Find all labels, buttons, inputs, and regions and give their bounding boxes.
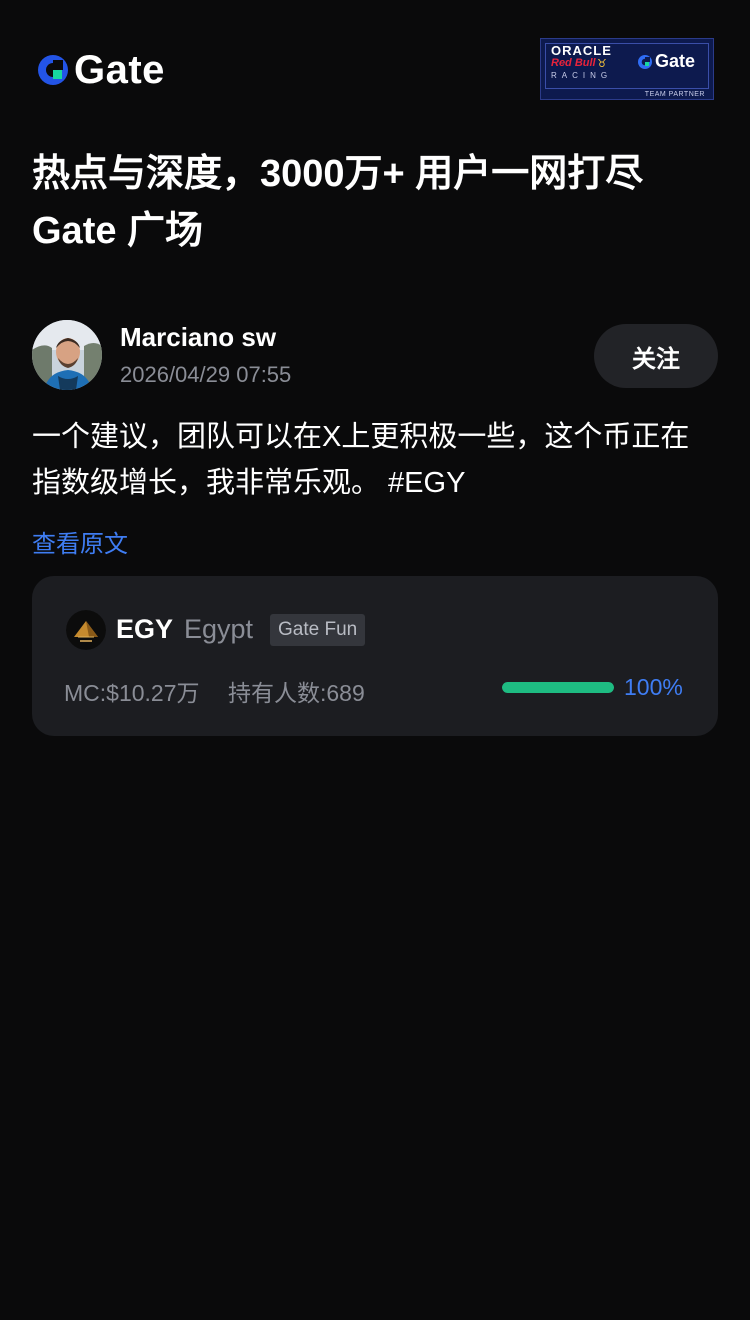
gate-logo[interactable]: Gate xyxy=(36,50,165,90)
token-symbol: EGY xyxy=(116,614,174,644)
gate-logo-icon xyxy=(38,55,68,85)
partner-gate-text: Gate xyxy=(655,51,696,71)
partner-gate-logo: Gate xyxy=(637,51,695,72)
author-name[interactable]: Marciano sw xyxy=(120,322,276,353)
token-card[interactable]: EGY Egypt Gate Fun MC:$10.27万 持有人数:689 1… xyxy=(32,576,718,736)
headline-line-2: Gate 广场 xyxy=(32,210,204,252)
post-text-line-1: 一个建议，团队可以在X上更积极一些，这个币正在 xyxy=(32,421,690,453)
post-author: Marciano sw 2026/04/29 07:55 关注 xyxy=(32,320,718,392)
pyramid-icon xyxy=(66,610,106,650)
partner-team-text: TEAM PARTNER xyxy=(644,91,705,98)
partner-oracle-text: ORACLE xyxy=(551,43,612,58)
view-original-link[interactable]: 查看原文 xyxy=(32,524,128,559)
oracle-redbull-partner-badge: ORACLE Red Bull ♉ RACING Gate TEAM PARTN… xyxy=(540,38,714,100)
egy-token-icon xyxy=(66,610,106,650)
partner-redbull-text: Red Bull xyxy=(551,57,596,69)
page-headline: 热点与深度，3000万+ 用户一网打尽 Gate 广场 xyxy=(32,146,722,260)
token-name: Egypt xyxy=(184,614,254,644)
partner-racing-text: RACING xyxy=(551,71,613,80)
bonding-progress-fill xyxy=(502,682,614,693)
gate-logo-text: Gate xyxy=(74,48,165,92)
avatar[interactable] xyxy=(32,320,102,390)
bonding-progress-bar xyxy=(502,682,614,693)
avatar-image xyxy=(32,320,102,390)
post-timestamp: 2026/04/29 07:55 xyxy=(120,362,292,387)
token-holders: 持有人数:689 xyxy=(228,680,365,706)
post-content: 一个建议，团队可以在X上更积极一些，这个币正在 指数级增长，我非常乐观。 #EG… xyxy=(32,414,722,506)
headline-line-1: 热点与深度，3000万+ 用户一网打尽 xyxy=(32,153,644,195)
header: Gate ORACLE Red Bull ♉ RACING Gate TEAM … xyxy=(36,38,714,102)
post-text-line-2: 指数级增长，我非常乐观。 #EGY xyxy=(32,467,466,499)
bonding-progress-label: 100% xyxy=(624,674,683,700)
bull-icon: ♉ xyxy=(597,58,607,70)
follow-button[interactable]: 关注 xyxy=(594,324,718,388)
token-platform-badge: Gate Fun xyxy=(270,614,366,646)
token-market-cap: MC:$10.27万 xyxy=(64,680,200,706)
gate-logo-icon xyxy=(638,54,652,69)
